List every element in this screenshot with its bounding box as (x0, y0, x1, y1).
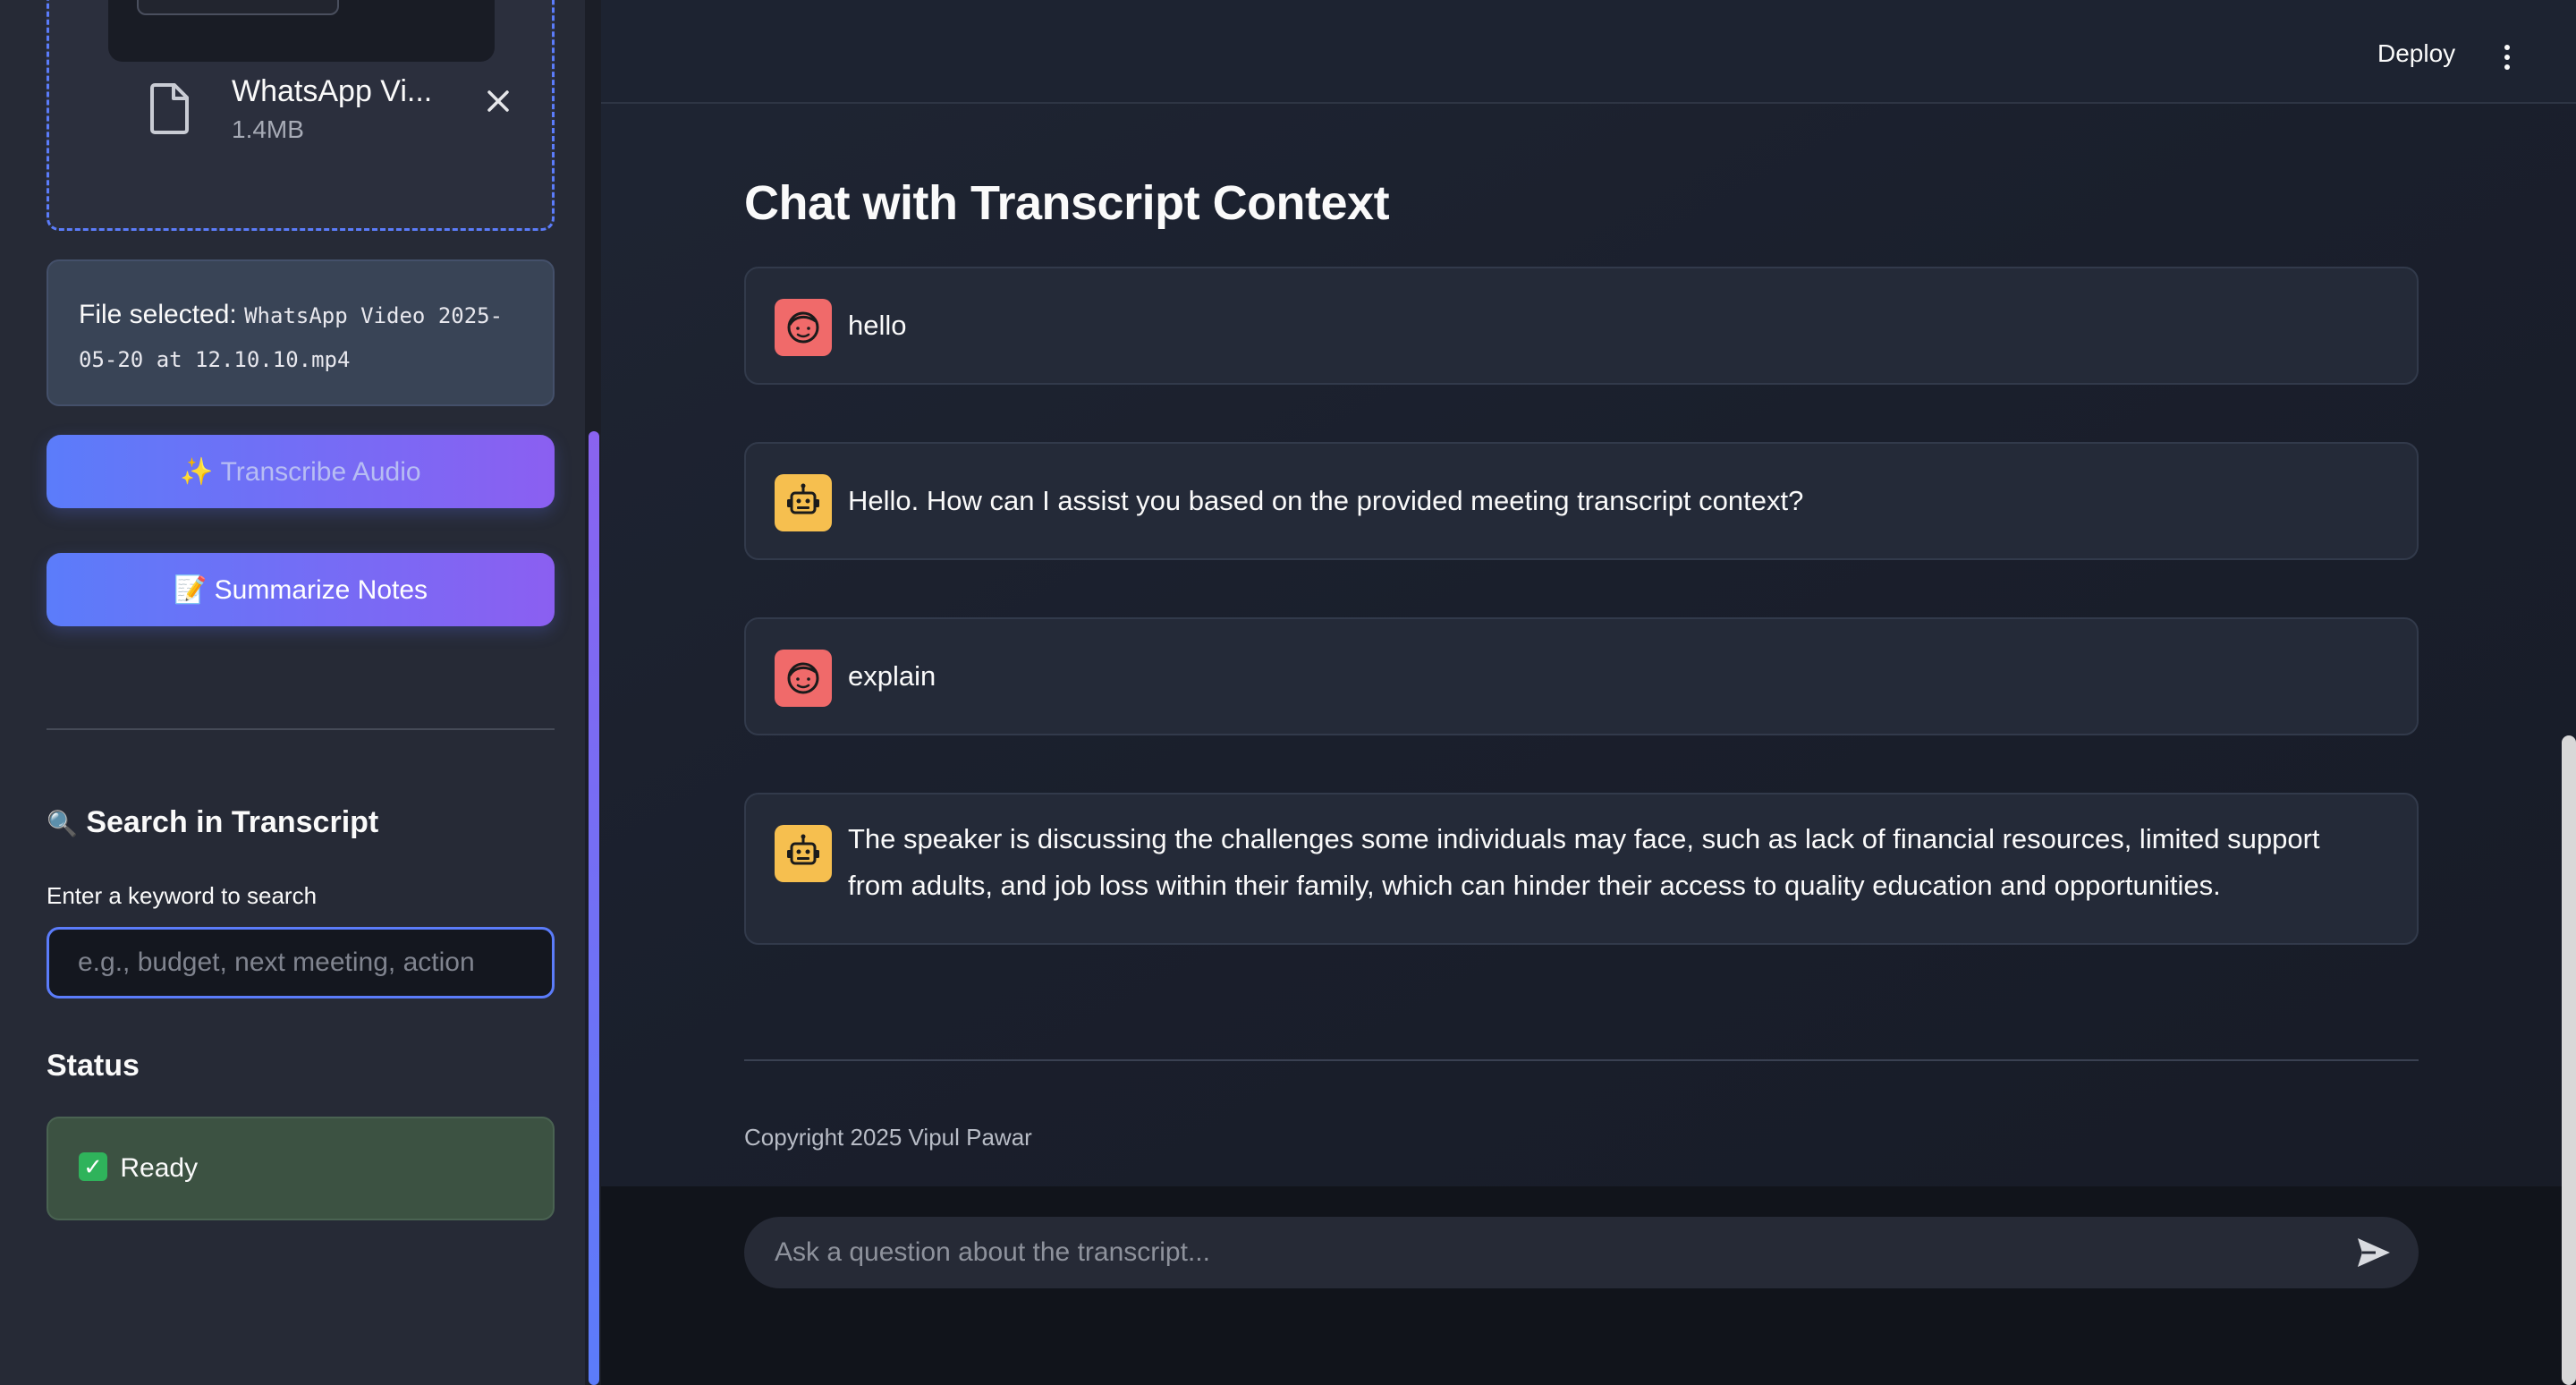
file-selected-label: File selected: (79, 300, 237, 329)
page-title: Chat with Transcript Context (744, 176, 1390, 230)
file-uploader: Browse files WhatsApp Vi... 1.4MB (47, 0, 555, 231)
status-badge: ✓ Ready (47, 1117, 555, 1220)
send-icon[interactable] (2354, 1235, 2394, 1270)
main-content: Deploy Chat with Transcript Context hell… (601, 0, 2576, 1385)
remove-file-close-icon[interactable] (480, 83, 516, 119)
top-bar: Deploy (601, 0, 2576, 104)
sidebar-divider (47, 728, 555, 730)
file-dropzone[interactable]: Browse files (108, 0, 495, 62)
chat-message-assistant: The speaker is discussing the challenges… (744, 793, 2419, 945)
search-label: Enter a keyword to search (47, 882, 318, 909)
chat-input-area (601, 1186, 2576, 1385)
search-heading: 🔍 Search in Transcript (47, 805, 378, 840)
main-divider (744, 1059, 2419, 1061)
chat-input[interactable] (744, 1217, 2318, 1288)
uploaded-file: WhatsApp Vi... 1.4MB (148, 74, 523, 146)
keyword-search-input[interactable] (47, 927, 555, 998)
user-face-icon (775, 650, 832, 707)
file-icon (148, 81, 192, 135)
deploy-button[interactable]: Deploy (2377, 39, 2455, 68)
file-selected-info: File selected: WhatsApp Video 2025-05-20… (47, 259, 555, 406)
sidebar: Browse files WhatsApp Vi... 1.4MB File s… (0, 0, 585, 1385)
uploaded-file-size: 1.4MB (232, 115, 304, 143)
user-face-icon (775, 299, 832, 356)
more-options-icon[interactable] (2501, 45, 2513, 75)
uploaded-file-name: WhatsApp Vi... (232, 74, 433, 108)
chat-message-user: explain (744, 617, 2419, 735)
chat-message-text: hello (848, 310, 907, 341)
browse-files-button[interactable]: Browse files (137, 0, 339, 15)
search-heading-text: Search in Transcript (86, 805, 379, 839)
chat-message-assistant: Hello. How can I assist you based on the… (744, 442, 2419, 560)
chat-message-text: Hello. How can I assist you based on the… (848, 485, 1804, 516)
copyright-text: Copyright 2025 Vipul Pawar (744, 1124, 1032, 1151)
status-text: Ready (120, 1153, 199, 1183)
chat-message-user: hello (744, 267, 2419, 385)
check-icon: ✓ (79, 1152, 107, 1182)
sidebar-scrollbar-thumb[interactable] (589, 431, 599, 1385)
chat-message-text: explain (848, 660, 936, 692)
chat-message-text: The speaker is discussing the challenges… (848, 823, 2320, 901)
robot-icon (775, 474, 832, 531)
robot-icon (775, 825, 832, 882)
magnifier-icon: 🔍 (47, 810, 78, 837)
transcribe-audio-button[interactable]: ✨ Transcribe Audio (47, 435, 555, 508)
main-scrollbar-thumb[interactable] (2562, 735, 2576, 1385)
status-heading: Status (47, 1049, 140, 1083)
chat-input-container (744, 1217, 2419, 1288)
summarize-notes-button[interactable]: 📝 Summarize Notes (47, 553, 555, 626)
